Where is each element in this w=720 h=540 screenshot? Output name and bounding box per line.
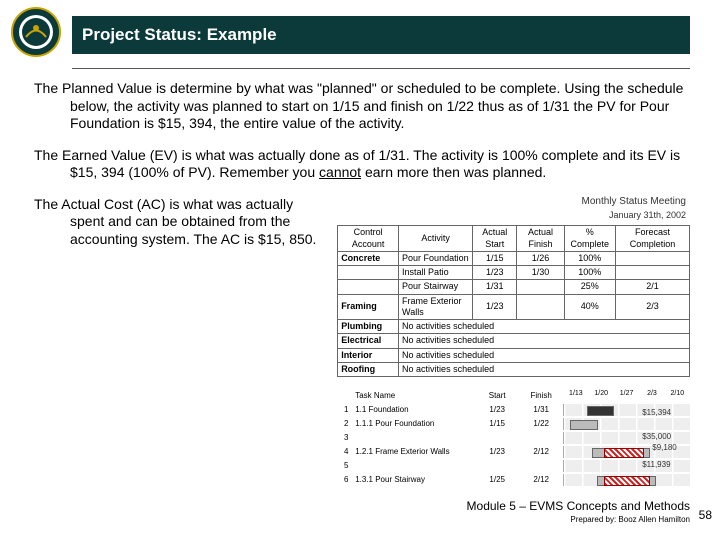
table-row: ConcretePour Foundation1/151/26100% — [338, 251, 690, 265]
paragraph-pv: The Planned Value is determine by what w… — [34, 80, 690, 133]
gantt-row: 41.2.1 Frame Exterior Walls1/232/12$9,18… — [337, 445, 690, 459]
gantt-row: 3$35,000 — [337, 431, 690, 445]
title-rule — [72, 68, 690, 69]
gantt-row: 61.3.1 Pour Stairway1/252/12 — [337, 473, 690, 487]
gantt-chart: Task Name Start Finish 1/13 1/20 1/27 2/… — [337, 389, 690, 487]
figure-title: Monthly Status Meeting — [337, 196, 686, 209]
table-row: InteriorNo activities scheduled — [338, 348, 690, 362]
status-figure: Monthly Status Meeting January 31th, 200… — [337, 196, 690, 488]
table-row: PlumbingNo activities scheduled — [338, 320, 690, 334]
paragraph-ac: The Actual Cost (AC) is what was actuall… — [34, 196, 329, 249]
gantt-row: 5$11,939 — [337, 459, 690, 473]
footer-prepared: Prepared by: Booz Allen Hamilton — [467, 515, 690, 524]
footer-module: Module 5 – EVMS Concepts and Methods — [467, 499, 690, 513]
table-row: Pour Stairway1/3125%2/1 — [338, 280, 690, 294]
body-content: The Planned Value is determine by what w… — [34, 80, 690, 487]
table-row: FramingFrame Exterior Walls1/2340%2/3 — [338, 294, 690, 320]
page-number: 58 — [699, 508, 712, 522]
figure-date: January 31th, 2002 — [337, 210, 686, 221]
table-row: Install Patio1/231/30100% — [338, 266, 690, 280]
title-bar: Project Status: Example — [72, 16, 690, 54]
gantt-row: 11.1 Foundation1/231/31 — [337, 403, 690, 417]
doe-seal-icon — [10, 6, 62, 58]
gantt-row: 21.1.1 Pour Foundation1/151/22$15,394 — [337, 417, 690, 431]
footer: Module 5 – EVMS Concepts and Methods Pre… — [467, 499, 690, 524]
status-table: Control Account Activity Actual Start Ac… — [337, 225, 690, 377]
paragraph-ev: The Earned Value (EV) is what was actual… — [34, 147, 690, 182]
table-row: RoofingNo activities scheduled — [338, 362, 690, 376]
table-row: ElectricalNo activities scheduled — [338, 334, 690, 348]
slide-title: Project Status: Example — [82, 25, 277, 45]
